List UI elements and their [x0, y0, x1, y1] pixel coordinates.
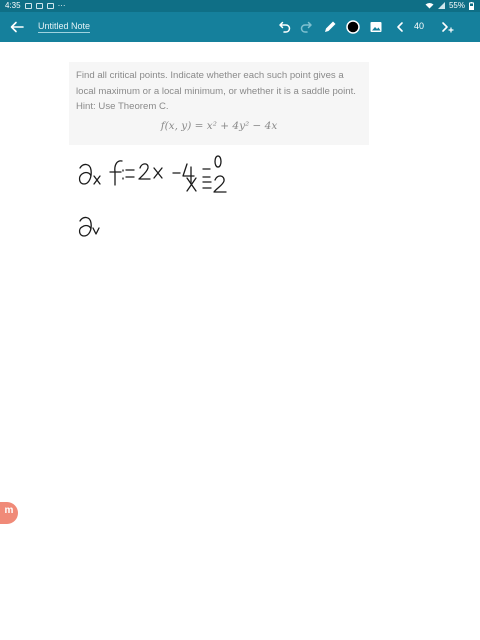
equals-sign — [202, 168, 211, 178]
subscript-x — [93, 175, 101, 185]
partial-symbol — [78, 163, 92, 185]
handwriting-line-3 — [78, 216, 100, 237]
handwriting-line-1 — [78, 155, 222, 186]
letter-x — [153, 167, 163, 179]
partial-symbol-2 — [78, 216, 92, 237]
digit-0 — [214, 155, 222, 168]
colon-equals — [122, 169, 135, 180]
subscript-y-start — [92, 227, 100, 235]
letter-f — [109, 160, 123, 186]
handwriting-canvas[interactable] — [0, 0, 480, 640]
digit-2 — [138, 163, 151, 180]
digit-2-2 — [213, 175, 227, 193]
logo-letter: m — [4, 505, 14, 516]
equals-sign-2 — [202, 181, 212, 189]
handwriting-line-2 — [186, 175, 227, 193]
